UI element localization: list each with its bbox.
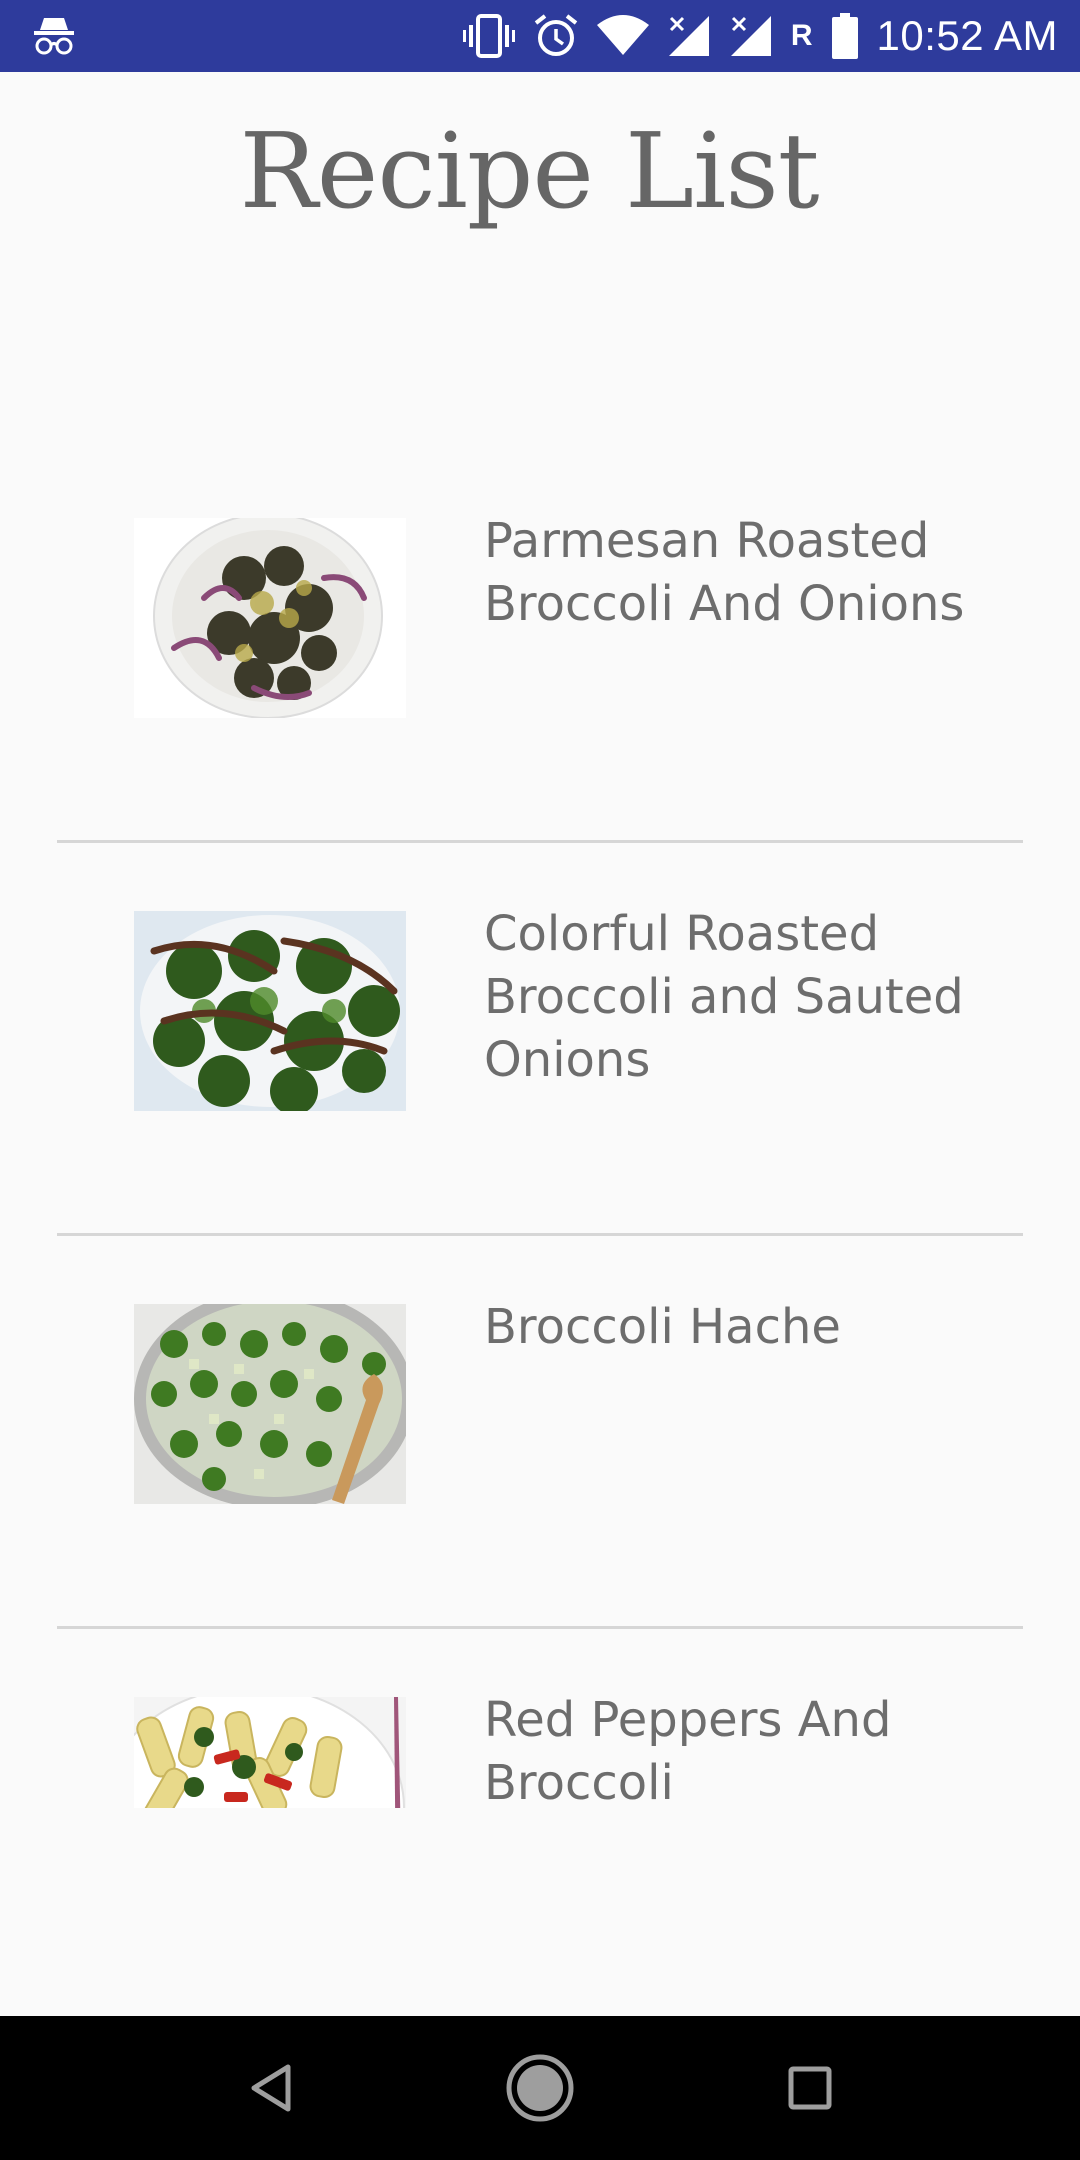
back-icon <box>251 2064 291 2112</box>
vibrate-icon <box>462 14 515 58</box>
wifi-icon <box>596 15 649 55</box>
recipe-item[interactable]: Parmesan Roasted Broccoli And Onions <box>57 450 1023 843</box>
signal-icon <box>730 16 771 56</box>
recipe-title: Broccoli Hache <box>484 1299 841 1355</box>
roaming-indicator: R <box>790 19 813 52</box>
incognito-icon <box>34 18 74 55</box>
home-icon <box>506 2054 574 2122</box>
recents-button[interactable] <box>760 2016 860 2160</box>
recipe-item[interactable]: Red Peppers And Broccoli <box>57 1629 1023 1808</box>
recipe-image <box>134 1697 406 1808</box>
recipe-item[interactable]: Colorful Roasted Broccoli and Sauted Oni… <box>57 843 1023 1236</box>
status-bar: R 10:52 AM <box>0 0 1080 72</box>
recipe-image <box>134 1304 406 1504</box>
back-button[interactable] <box>220 2016 320 2160</box>
battery-icon <box>831 13 858 59</box>
recipe-item[interactable]: Broccoli Hache <box>57 1236 1023 1629</box>
page-title: Recipe List <box>239 110 819 232</box>
recents-icon <box>788 2066 832 2110</box>
recipe-title: Red Peppers And Broccoli <box>484 1692 892 1808</box>
recipe-title: Colorful Roasted Broccoli and Sauted Oni… <box>484 906 964 1088</box>
recipe-image <box>134 518 406 718</box>
status-time: 10:52 AM <box>876 12 1058 59</box>
recipe-title: Parmesan Roasted Broccoli And Onions <box>484 513 965 632</box>
signal-icon <box>668 16 709 56</box>
navigation-bar <box>0 2016 1080 2160</box>
recipe-list[interactable]: Parmesan Roasted Broccoli And Onions Col… <box>0 450 1080 1808</box>
recipe-image <box>134 911 406 1111</box>
home-button[interactable] <box>490 2016 590 2160</box>
alarm-icon <box>534 14 578 56</box>
